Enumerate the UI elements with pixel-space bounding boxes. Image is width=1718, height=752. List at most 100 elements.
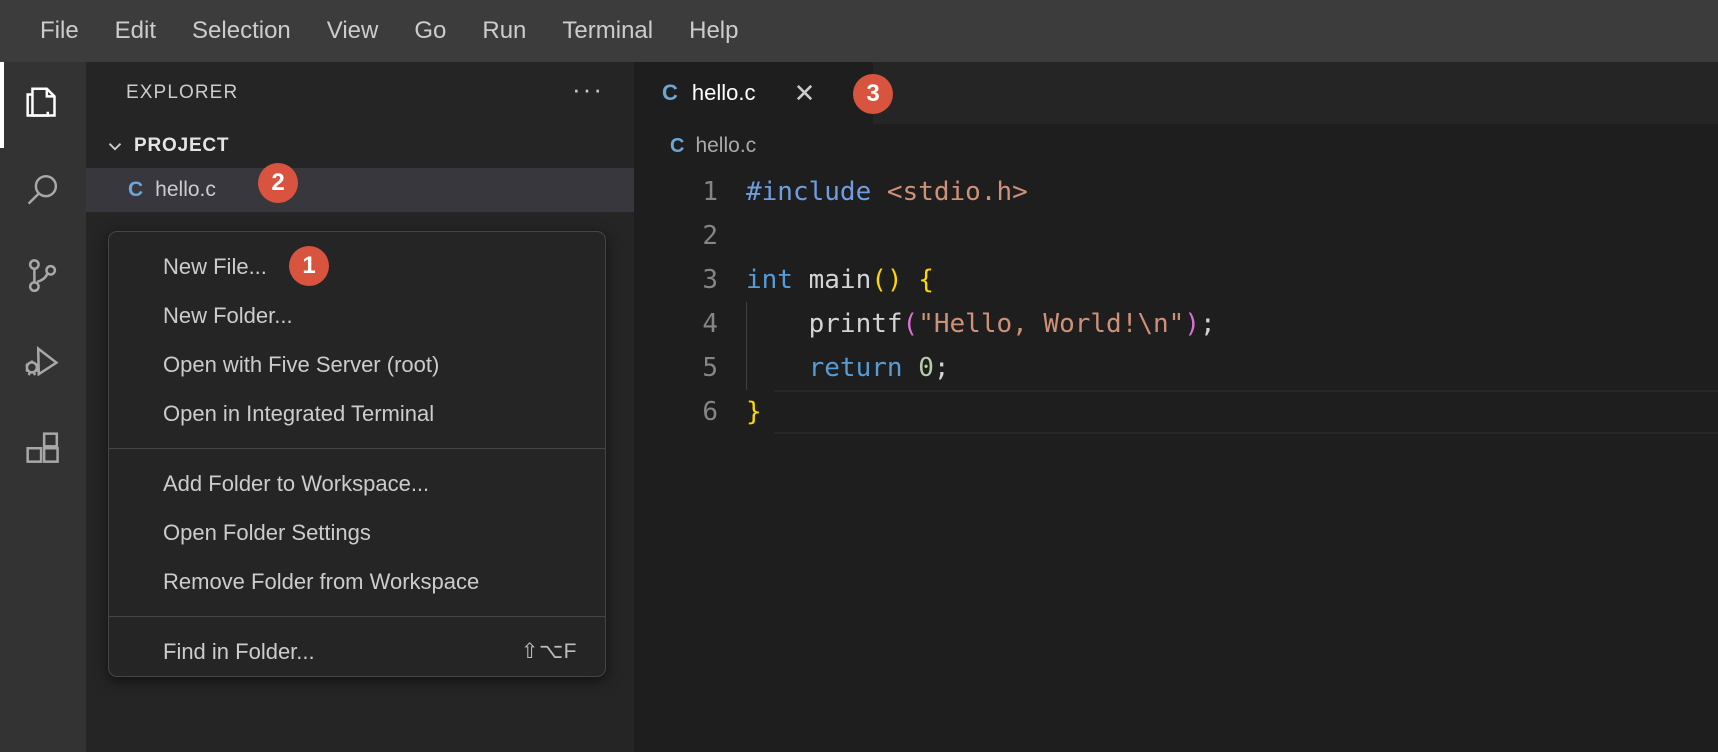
activity-item-source-control[interactable] [0,234,86,320]
code-line[interactable]: 5 return 0; [634,346,1718,390]
line-number: 1 [634,170,746,214]
context-menu-item-label: Remove Folder from Workspace [163,569,479,595]
context-menu-item-label: Find in Folder... [163,639,315,665]
files-icon [20,82,66,128]
code-token: 0 [918,353,934,383]
context-menu-item-new-file[interactable]: New File... [109,242,605,291]
breadcrumb: C hello.c [634,124,1718,168]
context-menu-item-open-in-integrated-terminal[interactable]: Open in Integrated Terminal [109,389,605,438]
tab-label: hello.c [692,80,756,106]
code-token [903,353,919,383]
tree-root-project[interactable]: PROJECT [86,124,634,168]
code-token: printf [746,309,903,339]
sidebar-title: EXPLORER [126,82,238,104]
code-token: int [746,265,793,295]
more-actions-icon[interactable]: ··· [572,84,604,102]
code-line[interactable]: 1#include <stdio.h> [634,170,1718,214]
code-token: main [793,265,871,295]
line-number: 6 [634,390,746,434]
current-line-highlight [774,390,1718,434]
context-menu-item-open-with-five-server-root[interactable]: Open with Five Server (root) [109,340,605,389]
indent-guide [746,346,747,390]
code-token: <stdio.h> [887,177,1028,207]
editor-tab-bar: C hello.c ✕ [634,62,1718,124]
code-line[interactable]: 3int main() { [634,258,1718,302]
activity-item-explorer[interactable] [0,62,86,148]
code-line-text: printf("Hello, World!\n"); [746,302,1216,346]
context-menu-item-remove-folder-from-workspace[interactable]: Remove Folder from Workspace [109,557,605,606]
c-file-icon: C [128,178,143,202]
code-token [903,265,919,295]
context-menu-item-label: Open with Five Server (root) [163,352,439,378]
menu-terminal[interactable]: Terminal [544,11,671,51]
breadcrumb-label[interactable]: hello.c [695,134,756,158]
code-token: "Hello, World!\n" [918,309,1184,339]
activity-item-search[interactable] [0,148,86,234]
menu-file[interactable]: File [22,11,97,51]
line-number: 4 [634,302,746,346]
activity-bar [0,62,86,752]
code-line-text: return 0; [746,346,950,390]
context-menu-item-open-folder-settings[interactable]: Open Folder Settings [109,508,605,557]
code-token: ) [1184,309,1200,339]
context-menu-item-label: Open Folder Settings [163,520,371,546]
tab-hello-c[interactable]: C hello.c ✕ [634,62,874,124]
code-line[interactable]: 4 printf("Hello, World!\n"); [634,302,1718,346]
indent-guide [746,302,747,346]
code-token: return [809,353,903,383]
context-menu-group: Add Folder to Workspace... Open Folder Se… [109,459,605,606]
menu-bar: FileEditSelectionViewGoRunTerminalHelp [0,0,1718,62]
line-number: 3 [634,258,746,302]
vscode-window: FileEditSelectionViewGoRunTerminalHelp [0,0,1718,752]
tree-item-label: hello.c [155,178,216,202]
tree-root-label: PROJECT [134,135,229,157]
annotation-badge-1: 1 [289,246,329,286]
context-menu-item-label: New File... [163,254,267,280]
menu-go[interactable]: Go [396,11,464,51]
code-line[interactable]: 6} [634,390,1718,434]
annotation-badge-3: 3 [853,74,893,114]
source-control-icon [20,254,66,300]
menu-separator [109,616,605,617]
context-menu-group: New File... New Folder... Open with Five S… [109,242,605,438]
menu-edit[interactable]: Edit [97,11,174,51]
context-menu-item-find-in-folder[interactable]: Find in Folder...⇧⌥F [109,627,605,676]
context-menu-group: Find in Folder...⇧⌥F [109,627,605,676]
context-menu-item-label: Open in Integrated Terminal [163,401,434,427]
c-file-icon: C [670,135,684,158]
menu-view[interactable]: View [309,11,397,51]
close-icon[interactable]: ✕ [791,80,817,106]
code-line-text: } [746,390,762,434]
sidebar-header: EXPLORER ··· [86,62,634,124]
annotation-badge-2: 2 [258,163,298,203]
chevron-down-icon [104,135,126,157]
code-token [871,177,887,207]
search-icon [20,168,66,214]
code-line[interactable]: 2 [634,214,1718,258]
run-debug-icon [20,340,66,386]
context-menu-item-new-folder[interactable]: New Folder... [109,291,605,340]
code-token: ( [903,309,919,339]
context-menu-item-label: New Folder... [163,303,293,329]
menu-help[interactable]: Help [671,11,756,51]
menu-run[interactable]: Run [464,11,544,51]
context-menu-item-add-folder-to-workspace[interactable]: Add Folder to Workspace... [109,459,605,508]
code-token: ; [934,353,950,383]
code-editor[interactable]: 1#include <stdio.h>23int main() {4 print… [634,168,1718,434]
context-menu-item-label: Add Folder to Workspace... [163,471,429,497]
code-token: ; [1200,309,1216,339]
code-token: { [918,265,934,295]
activity-item-run-and-debug[interactable] [0,320,86,406]
line-number: 5 [634,346,746,390]
activity-item-extensions[interactable] [0,406,86,492]
explorer-context-menu: New File... New Folder... Open with Five S… [108,231,606,677]
menu-selection[interactable]: Selection [174,11,309,51]
menu-separator [109,448,605,449]
tree-item-hello-c[interactable]: C hello.c [86,168,634,212]
code-token: #include [746,177,871,207]
code-token: } [746,397,762,427]
editor-area: C hello.c ✕ C hello.c 1#include <stdio.h… [634,62,1718,752]
code-line-text: #include <stdio.h> [746,170,1028,214]
c-file-icon: C [662,80,678,106]
line-number: 2 [634,214,746,258]
